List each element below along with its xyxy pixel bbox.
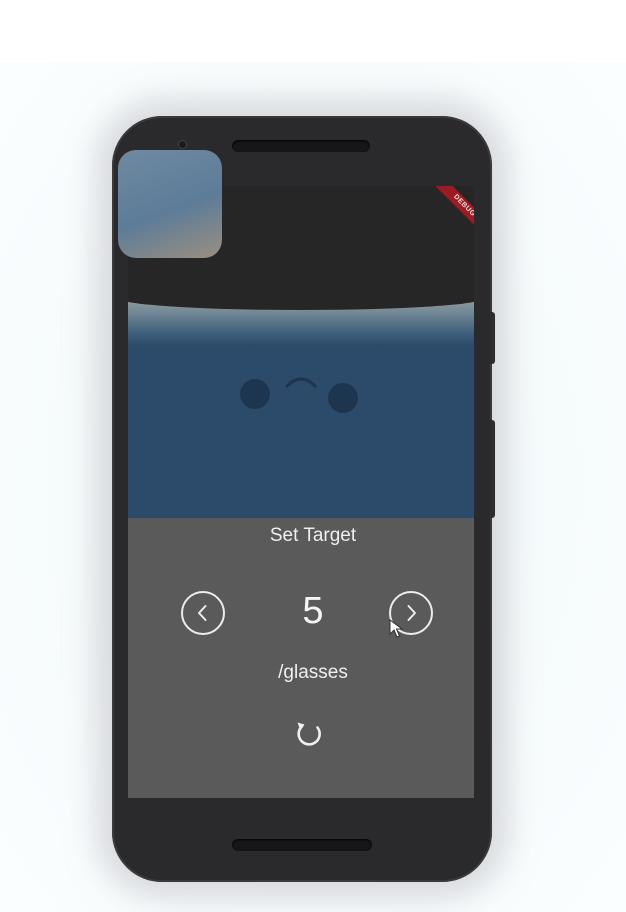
water-level-area — [128, 280, 474, 518]
reset-button[interactable] — [290, 714, 328, 752]
front-camera — [178, 140, 187, 149]
page-background-top — [0, 0, 626, 62]
mascot-eye-right — [328, 383, 358, 413]
phone-speaker-bottom — [232, 839, 372, 851]
phone-speaker-top — [232, 140, 370, 152]
unit-label: /glasses — [278, 662, 348, 683]
app-screen: DEBUG — [128, 186, 474, 798]
mascot-face — [118, 150, 222, 258]
refresh-icon — [297, 722, 321, 746]
target-count: 5 — [302, 590, 324, 632]
mouse-cursor-icon — [389, 619, 404, 638]
mascot-mouth-icon — [285, 377, 317, 388]
set-target-title: Set Target — [269, 525, 357, 546]
phone-volume-button — [490, 420, 495, 518]
mascot-eye-left — [240, 379, 270, 409]
water-wave — [128, 280, 474, 310]
phone-power-button — [490, 312, 495, 364]
